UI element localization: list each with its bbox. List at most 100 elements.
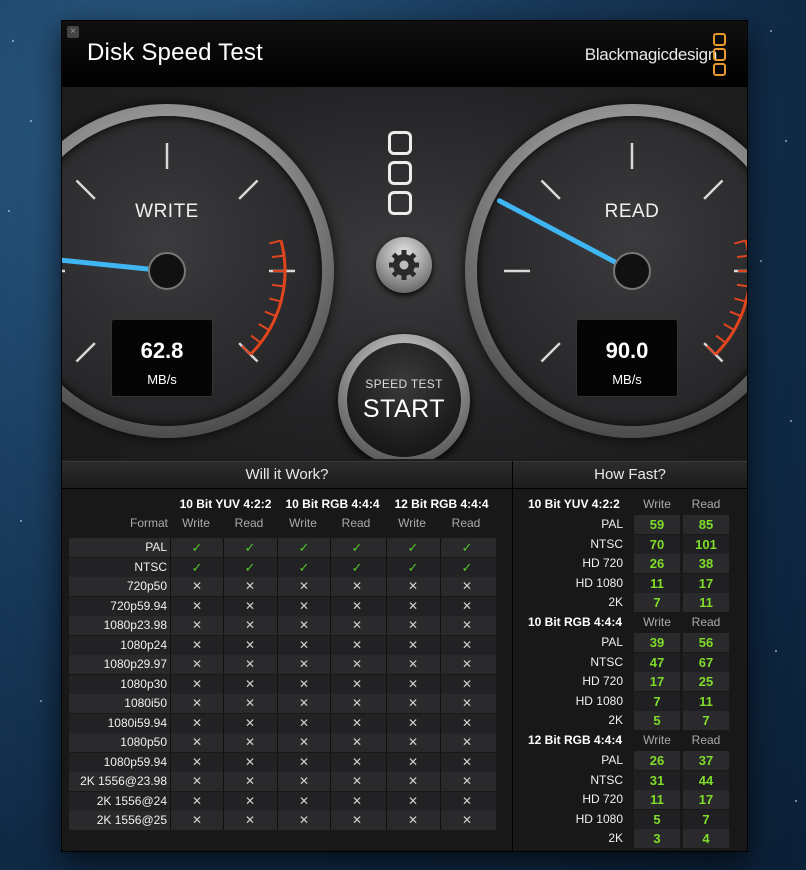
rw-column-header: Write	[289, 516, 317, 530]
will-it-work-panel: Will it Work? 10 Bit YUV 4:2:2 10 Bit RG…	[62, 461, 513, 851]
cross-icon: ✕	[277, 772, 330, 791]
format-label: 2K	[608, 595, 623, 609]
cross-icon: ✕	[440, 694, 493, 713]
how-fast-panel: How Fast? 10 Bit YUV 4:2:2 Write Read PAL 59…	[513, 461, 747, 851]
cross-icon: ✕	[440, 674, 493, 694]
cross-icon: ✕	[223, 616, 276, 635]
check-icon: ✓	[223, 557, 276, 577]
cross-icon: ✕	[223, 811, 276, 830]
redzone-tick	[715, 334, 727, 344]
cross-icon: ✕	[330, 772, 383, 791]
settings-button[interactable]	[376, 237, 432, 293]
rw-column-header: Read	[341, 516, 371, 530]
speed-row: HD 1080 11 17	[513, 573, 747, 593]
speed-row: HD 720 26 38	[513, 554, 747, 573]
cross-icon: ✕	[170, 811, 223, 830]
rw-column-header: Read	[451, 516, 481, 530]
write-speed-value: 17	[634, 672, 680, 691]
write-speed-value: 70	[634, 534, 680, 554]
table-row: 1080p24 ✕ ✕ ✕ ✕ ✕ ✕	[69, 635, 496, 655]
read-speed-value: 101	[683, 534, 729, 554]
table-row: PAL ✓ ✓ ✓ ✓ ✓ ✓	[69, 538, 496, 557]
read-speed-value: 17	[683, 573, 729, 593]
read-speed-value: 37	[683, 751, 729, 770]
format-label: 1080p59.94	[103, 754, 167, 769]
read-speed-value: 7	[683, 711, 729, 730]
read-unit: MB/s	[612, 372, 642, 387]
cross-icon: ✕	[277, 713, 330, 733]
dial-tick	[540, 179, 561, 200]
format-label: 1080p30	[120, 676, 167, 691]
read-column-header: Read	[691, 497, 721, 511]
cross-icon: ✕	[330, 752, 383, 772]
cross-icon: ✕	[386, 674, 439, 694]
format-label: NTSC	[590, 772, 623, 787]
write-readout: 62.8 MB/s	[111, 319, 213, 397]
redzone-tick	[723, 323, 735, 331]
cross-icon: ✕	[330, 577, 383, 596]
dial-tick	[540, 342, 561, 363]
cross-icon: ✕	[223, 791, 276, 811]
cross-icon: ✕	[277, 733, 330, 752]
format-label: 1080p50	[120, 735, 167, 749]
read-speed-value: 25	[683, 672, 729, 691]
read-value: 90.0	[605, 338, 649, 363]
speed-row: HD 1080 7 11	[513, 691, 747, 711]
speed-row: 2K 5 7	[513, 711, 747, 730]
read-speed-value: 85	[683, 515, 729, 534]
redzone-tick	[271, 283, 285, 288]
table-row: 1080i59.94 ✕ ✕ ✕ ✕ ✕ ✕	[69, 713, 496, 733]
format-label: 2K	[608, 831, 623, 845]
read-speed-value: 38	[683, 554, 729, 573]
how-fast-heading: How Fast?	[513, 461, 747, 489]
write-speed-value: 31	[634, 770, 680, 790]
cross-icon: ✕	[386, 752, 439, 772]
cross-icon: ✕	[223, 577, 276, 596]
check-icon: ✓	[277, 538, 330, 557]
read-speed-value: 7	[683, 809, 729, 829]
cross-icon: ✕	[277, 694, 330, 713]
cross-icon: ✕	[386, 791, 439, 811]
cross-icon: ✕	[440, 713, 493, 733]
close-button[interactable]: ×	[67, 26, 79, 38]
cross-icon: ✕	[170, 577, 223, 596]
read-column-header: Read	[691, 615, 721, 629]
cross-icon: ✕	[330, 733, 383, 752]
start-button-subtitle: SPEED TEST	[365, 377, 443, 391]
format-label: 2K 1556@23.98	[80, 774, 167, 788]
write-column-header: Write	[643, 497, 671, 511]
cross-icon: ✕	[223, 694, 276, 713]
write-speed-value: 11	[634, 573, 680, 593]
speed-row: 2K 7 11	[513, 593, 747, 612]
write-speed-value: 26	[634, 751, 680, 770]
speed-row: HD 1080 5 7	[513, 809, 747, 829]
speed-row: HD 720 11 17	[513, 790, 747, 809]
read-speed-value: 56	[683, 633, 729, 652]
app-title: Disk Speed Test	[87, 39, 263, 66]
cross-icon: ✕	[386, 811, 439, 830]
group-header: 12 Bit RGB 4:4:4	[394, 497, 489, 511]
read-needle-hub	[613, 252, 651, 290]
cross-icon: ✕	[386, 772, 439, 791]
format-label: PAL	[601, 517, 623, 531]
redzone-tick	[264, 310, 277, 318]
check-icon: ✓	[277, 557, 330, 577]
write-speed-value: 26	[634, 554, 680, 573]
table-row: 1080p50 ✕ ✕ ✕ ✕ ✕ ✕	[69, 733, 496, 752]
cross-icon: ✕	[170, 616, 223, 635]
check-icon: ✓	[440, 557, 493, 577]
check-icon: ✓	[386, 557, 439, 577]
cross-icon: ✕	[170, 674, 223, 694]
rw-column-header: Write	[398, 516, 426, 530]
start-button[interactable]: SPEED TEST START	[338, 334, 470, 459]
format-label: HD 1080	[575, 811, 623, 826]
speed-row: NTSC 47 67	[513, 652, 747, 672]
dial-tick	[75, 179, 96, 200]
redzone-tick	[736, 283, 747, 288]
speed-row: HD 720 17 25	[513, 672, 747, 691]
cross-icon: ✕	[386, 655, 439, 674]
cross-icon: ✕	[330, 713, 383, 733]
speed-group-title: 10 Bit RGB 4:4:4	[528, 615, 623, 629]
read-speed-value: 11	[683, 691, 729, 711]
table-row: 2K 1556@25 ✕ ✕ ✕ ✕ ✕ ✕	[69, 811, 496, 830]
